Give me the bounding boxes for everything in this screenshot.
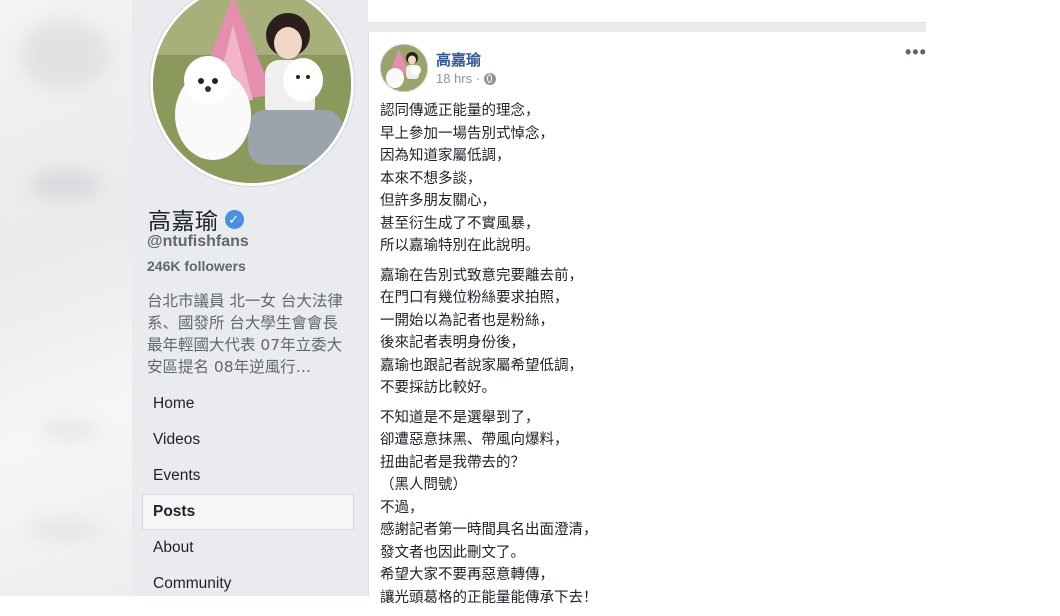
post-line: （黑人問號） (380, 477, 467, 493)
page-handle[interactable]: @ntufishfans (147, 233, 249, 251)
page-bio: 台北市議員 北一女 台大法律系、國發所 台大學生會會長 最年輕國大代表 07年立… (147, 292, 343, 376)
post-paragraph: 認同傳遞正能量的理念， 早上參加一場告別式悼念， 因為知道家屬低調， 本來不想多… (380, 100, 900, 258)
post-paragraph: 嘉瑜在告別式致意完要離去前， 在門口有幾位粉絲要求拍照， 一開始以為記者也是粉絲… (380, 265, 900, 400)
more-options-icon[interactable]: ••• (905, 43, 929, 61)
post-line: 嘉瑜在告別式致意完要離去前， (380, 267, 583, 284)
post-line: 早上參加一場告別式悼念， (380, 125, 554, 142)
page-name[interactable]: 高嘉瑜 ✓ (148, 202, 244, 236)
post-line: 因為知道家屬低調， (380, 148, 511, 164)
post-line: 但許多朋友關心， (380, 193, 496, 209)
nav-item-events[interactable]: Events (142, 458, 354, 494)
post-line: 所以嘉瑜特別在此說明。 (380, 238, 540, 254)
meta-separator: · (476, 71, 481, 86)
post-line: 本來不想多談， (380, 170, 482, 187)
post-line: 不知道是不是選舉到了， (380, 409, 540, 426)
post-line: 發文者也因此刪文了。 (380, 544, 525, 561)
post-line: 在門口有幾位粉絲要求拍照， (380, 290, 569, 306)
post-line: 卻遭惡意抹黑、帶風向爆料， (380, 432, 569, 448)
post-paragraph: 不知道是不是選舉到了， 卻遭惡意抹黑、帶風向爆料， 扭曲記者是我帶去的？ （黑人… (380, 407, 900, 610)
post-line: 不過， (380, 499, 424, 516)
post-author-name[interactable]: 高嘉瑜 (436, 49, 481, 70)
blurred-background-left (0, 0, 132, 596)
post-author-avatar-image (381, 45, 427, 91)
post-line: 希望大家不要再惡意轉傳， (380, 567, 554, 583)
post-line: 讓光頭葛格的正能量能傳承下去！ (380, 589, 598, 606)
verified-badge-icon: ✓ (224, 209, 244, 229)
nav-item-about[interactable]: About (142, 530, 354, 566)
post-line: 扭曲記者是我帶去的？ (380, 454, 525, 471)
post-line: 一開始以為記者也是粉絲， (380, 312, 554, 329)
globe-icon[interactable] (484, 72, 497, 85)
nav-item-home[interactable]: Home (142, 386, 354, 422)
nav-item-posts[interactable]: Posts (142, 494, 354, 530)
nav-item-community[interactable]: Community (142, 566, 354, 602)
post-meta: 18 hrs · (436, 71, 497, 86)
followers-count: 246K followers (147, 258, 246, 274)
nav-item-videos[interactable]: Videos (142, 422, 354, 458)
post-body: 認同傳遞正能量的理念， 早上參加一場告別式悼念， 因為知道家屬低調， 本來不想多… (380, 100, 900, 616)
background-right (926, 0, 1060, 596)
post-line: 甚至衍生成了不實風暴， (380, 215, 540, 232)
profile-photo-image (153, 0, 351, 183)
post-line: 後來記者表明身份後， (380, 335, 525, 351)
post-line: 感謝記者第一時間具名出面澄清， (380, 522, 598, 538)
post-timestamp[interactable]: 18 hrs (436, 71, 472, 86)
post-author-avatar[interactable] (380, 44, 428, 92)
card-gap (368, 23, 926, 32)
previous-post-card (368, 0, 926, 23)
post-line: 認同傳遞正能量的理念， (380, 103, 540, 119)
page-nav: Home Videos Events Posts About Community (142, 386, 354, 602)
post-line: 不要採訪比較好。 (380, 380, 496, 396)
post-line: 嘉瑜也跟記者說家屬希望低調， (380, 357, 583, 374)
page-name-text: 高嘉瑜 (148, 208, 219, 234)
